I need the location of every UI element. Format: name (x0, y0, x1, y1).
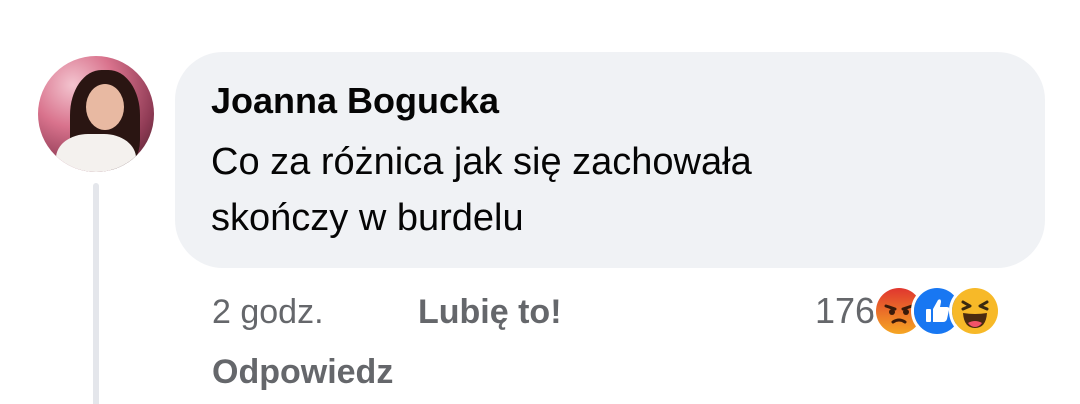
comment-text: Co za różnica jak się zachowała skończy … (211, 141, 752, 239)
haha-icon (949, 285, 1002, 337)
avatar[interactable] (38, 56, 154, 172)
comment: Joanna Bogucka Co za różnica jak się zac… (0, 0, 1080, 404)
comment-author[interactable]: Joanna Bogucka (211, 76, 1009, 126)
comment-timestamp[interactable]: 2 godz. (212, 290, 324, 334)
like-button[interactable]: Lubię to! (418, 290, 562, 334)
reaction-count: 176 (815, 290, 876, 331)
comment-bubble: Joanna Bogucka Co za różnica jak się zac… (175, 52, 1045, 268)
avatar-dress (56, 134, 136, 172)
reply-button[interactable]: Odpowiedz (212, 350, 393, 394)
reactions-summary[interactable]: 176 (815, 285, 1002, 337)
thread-line (93, 183, 99, 404)
avatar-face (86, 84, 124, 130)
